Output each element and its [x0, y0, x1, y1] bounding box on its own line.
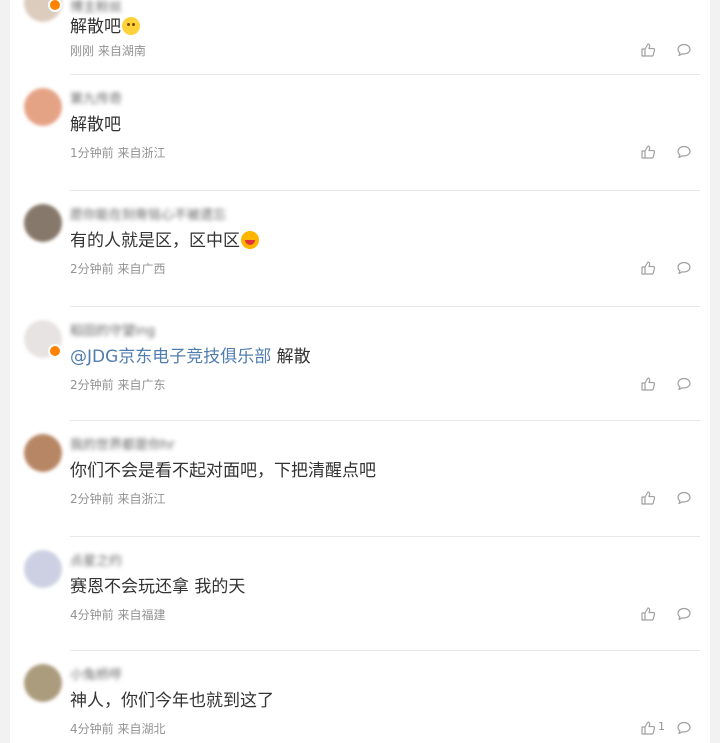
comment-bubble-icon[interactable]	[676, 260, 692, 276]
comment-time: 2分钟前	[70, 262, 114, 276]
thumbs-up-icon[interactable]	[640, 260, 656, 276]
comment-username[interactable]: 愿你能在刻骨铭心不被遗忘	[70, 204, 226, 223]
comment-time: 2分钟前	[70, 378, 114, 392]
comment-item: 小兔桥呼神人，你们今年也就到这了 4分钟前 来自湖北 1	[10, 664, 710, 743]
avatar[interactable]	[24, 664, 62, 702]
comment-text-body: 有的人就是区，区中区	[70, 231, 240, 251]
comment-item: 第九传奇解散吧 1分钟前 来自浙江	[10, 88, 710, 203]
smile-emoji-icon	[122, 17, 140, 35]
thumbs-up-icon[interactable]	[640, 606, 656, 622]
comment-bubble-icon[interactable]	[676, 42, 692, 58]
comment-text-body: 解散	[271, 347, 311, 367]
divider	[70, 306, 700, 307]
comment-time: 刚刚	[70, 44, 95, 58]
comment-text-body: 你们不会是看不起对面吧，下把清醒点吧	[70, 461, 376, 481]
comment-text: @JDG京东电子竞技俱乐部 解散	[70, 346, 311, 368]
comment-text-body: 解散吧	[70, 17, 121, 37]
comment-meta: 4分钟前 来自湖北	[70, 720, 165, 737]
mention-link[interactable]: @JDG京东电子竞技俱乐部	[70, 347, 271, 367]
comment-item: 我的世界都是你hr 你们不会是看不起对面吧，下把清醒点吧 2分钟前 来自浙江	[10, 434, 710, 549]
verified-badge-icon	[48, 344, 62, 358]
comment-bubble-icon[interactable]	[676, 376, 692, 392]
comment-time: 1分钟前	[70, 146, 114, 160]
comment-username[interactable]: 我的世界都是你hr	[70, 434, 175, 453]
comment-time: 4分钟前	[70, 722, 114, 736]
comment-username[interactable]: 第九传奇	[70, 88, 122, 107]
avatar[interactable]	[24, 434, 62, 472]
comment-location: 来自福建	[117, 608, 166, 622]
thumbs-up-icon[interactable]	[640, 720, 656, 736]
thumbs-up-icon[interactable]	[640, 42, 656, 58]
comment-bubble-icon[interactable]	[676, 144, 692, 160]
like-count: 1	[658, 720, 665, 733]
comment-text-body: 神人，你们今年也就到这了	[70, 691, 274, 711]
comment-location: 来自广西	[117, 262, 166, 276]
thumbs-up-icon[interactable]	[640, 376, 656, 392]
comment-bubble-icon[interactable]	[676, 606, 692, 622]
thumbs-up-icon[interactable]	[640, 144, 656, 160]
comment-text: 有的人就是区，区中区	[70, 230, 259, 252]
comment-location: 来自湖南	[97, 44, 146, 58]
divider	[70, 536, 700, 537]
comment-bubble-icon[interactable]	[676, 490, 692, 506]
comment-panel: 博主粉丝 解散吧 刚刚 来自湖南 第九传奇 解散吧 1分钟前 来自浙江 愿你能在刻骨铭心不被…	[10, 0, 710, 743]
comment-location: 来自浙江	[117, 146, 166, 160]
comment-username[interactable]: 博主粉丝	[70, 0, 122, 15]
divider	[70, 650, 700, 651]
divider	[70, 420, 700, 421]
comment-text-body: 解散吧	[70, 115, 121, 135]
divider	[70, 190, 700, 191]
comment-meta: 1分钟前 来自浙江	[70, 144, 165, 161]
comment-meta: 2分钟前 来自浙江	[70, 490, 165, 507]
comment-bubble-icon[interactable]	[676, 720, 692, 736]
comment-username[interactable]: 小兔桥呼	[70, 664, 122, 683]
comment-meta: 刚刚 来自湖南	[70, 42, 146, 59]
comment-location: 来自湖北	[117, 722, 166, 736]
comment-text: 神人，你们今年也就到这了	[70, 690, 274, 712]
comment-text: 解散吧	[70, 16, 140, 38]
comment-meta: 2分钟前 来自广西	[70, 260, 165, 277]
comment-text: 解散吧	[70, 114, 121, 136]
comment-item: 愿你能在刻骨铭心不被遗忘 有的人就是区，区中区 2分钟前 来自广西	[10, 204, 710, 319]
comment-username[interactable]: 稻田的守望ing	[70, 320, 155, 339]
comment-item: 博主粉丝解散吧刚刚 来自湖南	[10, 0, 710, 58]
comment-meta: 2分钟前 来自广东	[70, 376, 165, 393]
comment-username[interactable]: 点星之约	[70, 550, 122, 569]
comment-time: 4分钟前	[70, 608, 114, 622]
comment-location: 来自广东	[117, 378, 166, 392]
comment-meta: 4分钟前 来自福建	[70, 606, 165, 623]
comment-text: 赛恩不会玩还拿 我的天	[70, 576, 245, 598]
divider	[70, 74, 700, 75]
comment-text: 你们不会是看不起对面吧，下把清醒点吧	[70, 460, 376, 482]
comment-time: 2分钟前	[70, 492, 114, 506]
comment-text-body: 赛恩不会玩还拿 我的天	[70, 577, 246, 597]
avatar[interactable]	[24, 88, 62, 126]
avatar[interactable]	[24, 550, 62, 588]
thumbs-up-icon[interactable]	[640, 490, 656, 506]
comment-location: 来自浙江	[117, 492, 166, 506]
avatar[interactable]	[24, 204, 62, 242]
comment-item: 稻田的守望ing @JDG京东电子竞技俱乐部 解散 2分钟前 来自广东	[10, 320, 710, 435]
comment-item: 点星之约赛恩不会玩还拿 我的天 4分钟前 来自福建	[10, 550, 710, 665]
laugh-emoji-icon	[241, 231, 259, 249]
